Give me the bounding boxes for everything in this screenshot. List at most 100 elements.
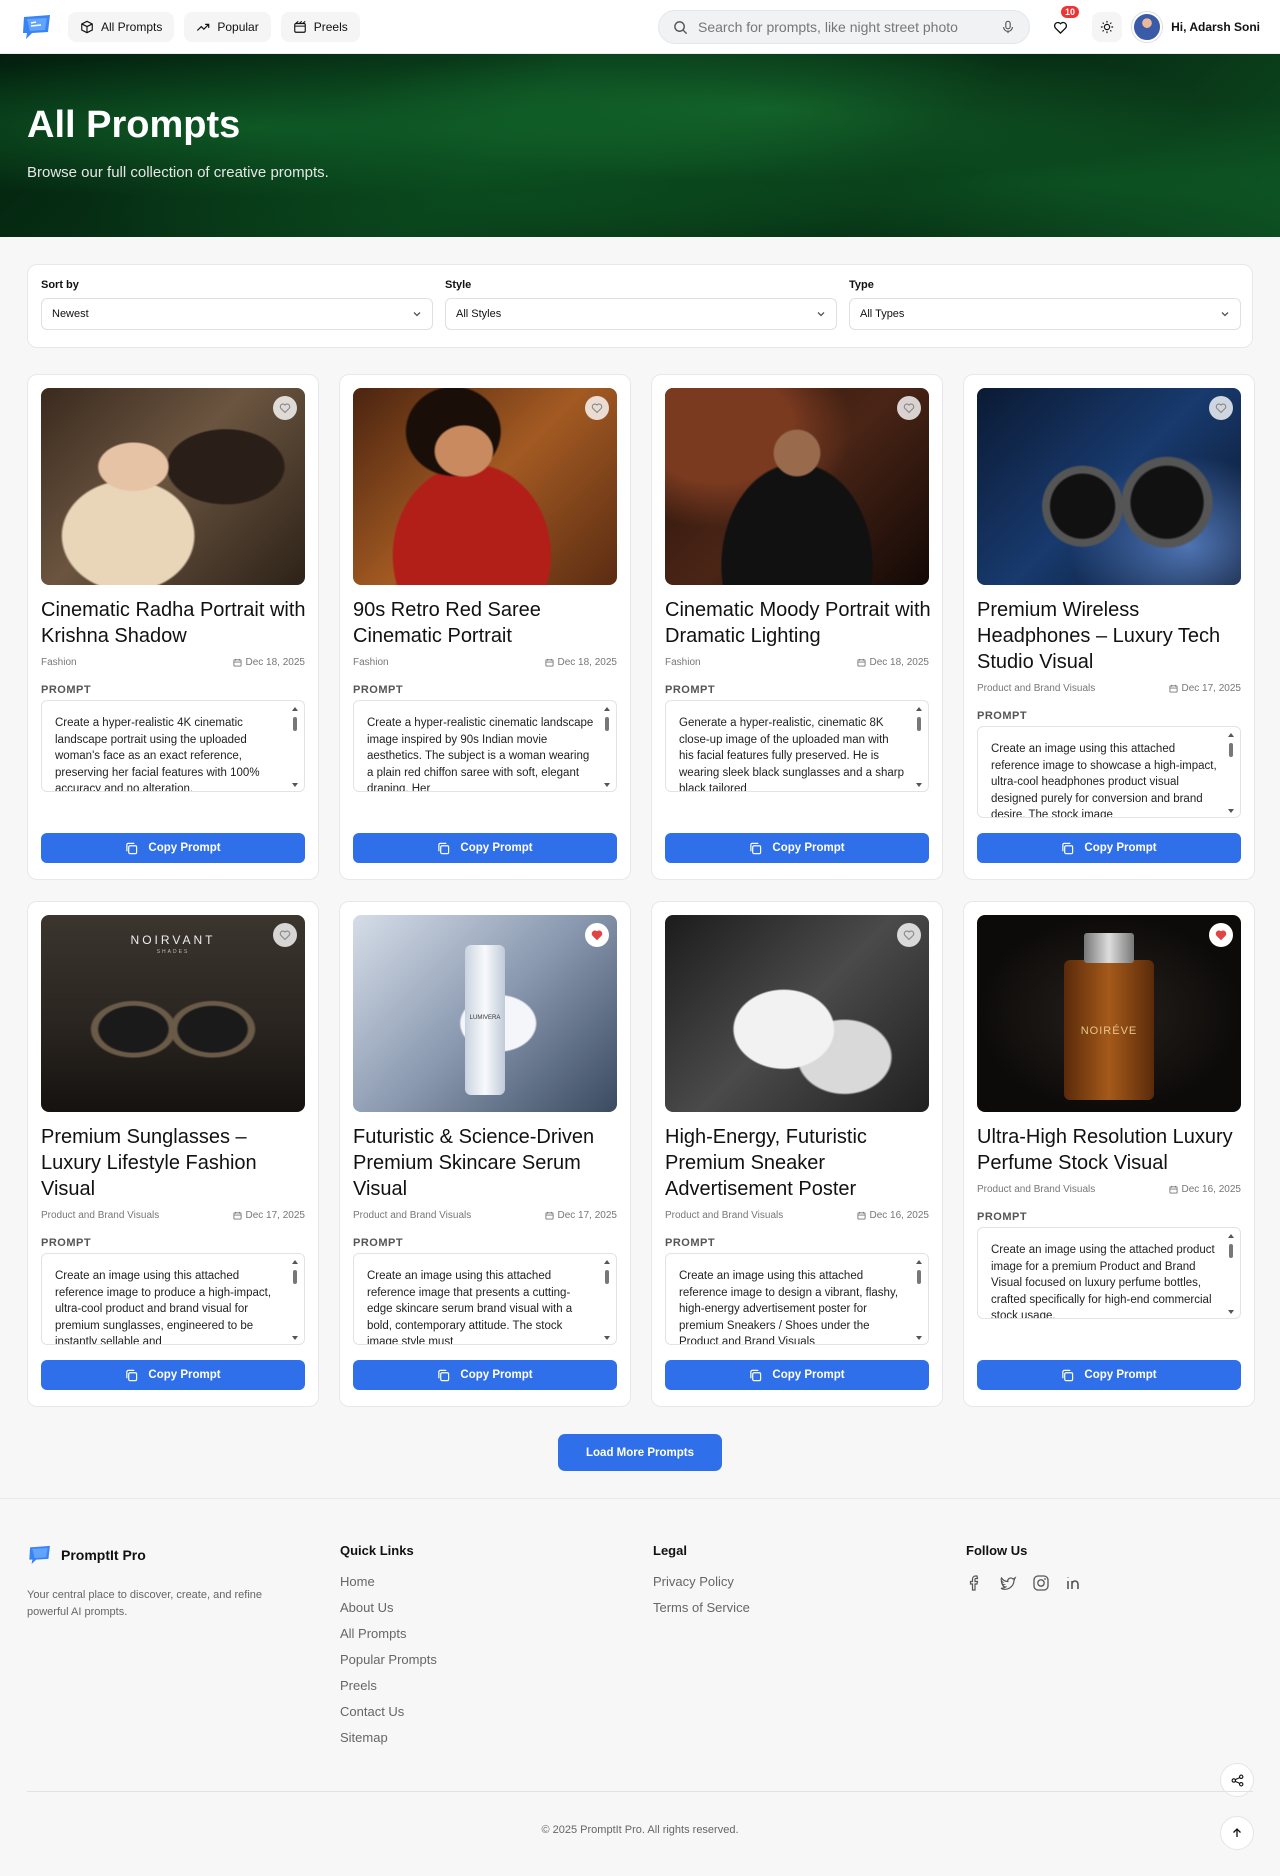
linkedin-icon[interactable] (1065, 1574, 1083, 1592)
favorite-button[interactable] (273, 396, 297, 420)
prompt-title[interactable]: Cinematic Radha Portrait with Krishna Sh… (41, 597, 311, 649)
footer-link-all-prompts[interactable]: All Prompts (340, 1626, 437, 1641)
prompt-title[interactable]: Cinematic Moody Portrait with Dramatic L… (665, 597, 935, 649)
prompt-image[interactable] (41, 388, 305, 585)
prompt-card[interactable]: 90s Retro Red Saree Cinematic Portrait F… (339, 374, 631, 880)
prompt-text: Create an image using this attached refe… (55, 1270, 272, 1345)
prompt-image[interactable] (353, 388, 617, 585)
copy-prompt-button[interactable]: Copy Prompt (665, 1360, 929, 1390)
sort-select[interactable]: Newest (41, 298, 433, 330)
prompt-category: Product and Brand Visuals (41, 1210, 160, 1221)
copy-prompt-label: Copy Prompt (460, 842, 533, 854)
prompt-title[interactable]: Futuristic & Science-Driven Premium Skin… (353, 1124, 623, 1202)
search-bar (658, 10, 1030, 44)
copy-prompt-button[interactable]: Copy Prompt (665, 833, 929, 863)
favorite-button[interactable] (1209, 923, 1233, 947)
scrollbar[interactable] (603, 1258, 611, 1342)
prompt-text-box[interactable]: Create an image using this attached refe… (353, 1253, 617, 1345)
prompt-title[interactable]: Ultra-High Resolution Luxury Perfume Sto… (977, 1124, 1247, 1176)
copy-prompt-button[interactable]: Copy Prompt (353, 833, 617, 863)
prompt-text-box[interactable]: Create a hyper-realistic 4K cinematic la… (41, 700, 305, 792)
search-input[interactable] (698, 19, 1001, 35)
favorite-button[interactable] (1209, 396, 1233, 420)
favorite-button[interactable] (897, 396, 921, 420)
prompt-image[interactable]: NOIRVANT SHADES (41, 915, 305, 1112)
scrollbar[interactable] (915, 1258, 923, 1342)
prompt-card[interactable]: Cinematic Radha Portrait with Krishna Sh… (27, 374, 319, 880)
scrollbar[interactable] (1227, 1232, 1235, 1316)
prompt-text-box[interactable]: Generate a hyper-realistic, cinematic 8K… (665, 700, 929, 792)
scroll-to-top-button[interactable] (1220, 1816, 1254, 1850)
footer-link-terms[interactable]: Terms of Service (653, 1600, 750, 1615)
prompt-card[interactable]: LUMIVERA Futuristic & Science-Driven Pre… (339, 901, 631, 1407)
nav-preels[interactable]: Preels (280, 11, 360, 42)
prompt-label: PROMPT (665, 1237, 716, 1249)
favorite-button[interactable] (585, 396, 609, 420)
app-logo-icon[interactable] (20, 14, 54, 40)
scrollbar[interactable] (291, 705, 299, 789)
prompt-card[interactable]: Premium Wireless Headphones – Luxury Tec… (963, 374, 1255, 880)
wishlist-button[interactable]: 10 (1045, 6, 1079, 42)
theme-toggle-button[interactable] (1092, 12, 1122, 42)
scrollbar[interactable] (1227, 731, 1235, 815)
prompt-text-box[interactable]: Create a hyper-realistic cinematic lands… (353, 700, 617, 792)
facebook-icon[interactable] (966, 1574, 984, 1592)
instagram-icon[interactable] (1032, 1574, 1050, 1592)
footer-divider (27, 1791, 1253, 1792)
footer-link-preels[interactable]: Preels (340, 1678, 437, 1693)
prompt-title[interactable]: Premium Wireless Headphones – Luxury Tec… (977, 597, 1247, 675)
copy-prompt-button[interactable]: Copy Prompt (353, 1360, 617, 1390)
footer-tagline: Your central place to discover, create, … (27, 1589, 263, 1618)
prompt-card[interactable]: NOIRVANT SHADES Premium Sunglasses – Luxu… (27, 901, 319, 1407)
prompt-title[interactable]: 90s Retro Red Saree Cinematic Portrait (353, 597, 623, 649)
nav-all-prompts[interactable]: All Prompts (68, 11, 175, 42)
copy-prompt-label: Copy Prompt (460, 1369, 533, 1381)
footer-link-contact[interactable]: Contact Us (340, 1704, 437, 1719)
prompt-text-box[interactable]: Create an image using this attached refe… (665, 1253, 929, 1345)
scrollbar[interactable] (603, 705, 611, 789)
prompt-image[interactable]: NOIRÉVE (977, 915, 1241, 1112)
footer-link-privacy[interactable]: Privacy Policy (653, 1574, 750, 1589)
prompt-meta: Product and Brand Visuals Dec 16, 2025 (665, 1210, 929, 1221)
prompt-image[interactable]: LUMIVERA (353, 915, 617, 1112)
style-filter: Style All Styles (445, 279, 837, 330)
prompt-text-box[interactable]: Create an image using this attached refe… (977, 726, 1241, 818)
scrollbar[interactable] (915, 705, 923, 789)
nav-popular[interactable]: Popular (184, 11, 271, 42)
scrollbar[interactable] (291, 1258, 299, 1342)
type-value: All Types (860, 308, 905, 320)
copy-prompt-button[interactable]: Copy Prompt (41, 833, 305, 863)
type-select[interactable]: All Types (849, 298, 1241, 330)
prompt-image[interactable] (977, 388, 1241, 585)
heart-icon (591, 930, 603, 941)
style-select[interactable]: All Styles (445, 298, 837, 330)
prompt-title[interactable]: High-Energy, Futuristic Premium Sneaker … (665, 1124, 935, 1202)
load-more-button[interactable]: Load More Prompts (558, 1434, 722, 1471)
footer-link-sitemap[interactable]: Sitemap (340, 1730, 437, 1745)
microphone-icon[interactable] (1001, 20, 1015, 34)
prompt-image[interactable] (665, 388, 929, 585)
app-logo-icon (29, 1545, 50, 1565)
prompt-title[interactable]: Premium Sunglasses – Luxury Lifestyle Fa… (41, 1124, 311, 1202)
footer-link-about[interactable]: About Us (340, 1600, 437, 1615)
prompt-text-box[interactable]: Create an image using this attached refe… (41, 1253, 305, 1345)
prompt-card[interactable]: Cinematic Moody Portrait with Dramatic L… (651, 374, 943, 880)
heart-icon (279, 930, 291, 941)
prompt-text-box[interactable]: Create an image using the attached produ… (977, 1227, 1241, 1319)
prompt-card[interactable]: High-Energy, Futuristic Premium Sneaker … (651, 901, 943, 1407)
copy-prompt-button[interactable]: Copy Prompt (41, 1360, 305, 1390)
copy-prompt-button[interactable]: Copy Prompt (977, 1360, 1241, 1390)
footer-link-popular[interactable]: Popular Prompts (340, 1652, 437, 1667)
copy-prompt-button[interactable]: Copy Prompt (977, 833, 1241, 863)
prompt-category: Fashion (353, 657, 389, 668)
filter-panel: Sort by Newest Style All Styles Type All… (27, 264, 1253, 348)
footer-follow: Follow Us (966, 1543, 1083, 1592)
user-menu[interactable]: Hi, Adarsh Soni (1132, 12, 1260, 42)
footer-link-home[interactable]: Home (340, 1574, 437, 1589)
favorite-button[interactable] (897, 923, 921, 947)
favorite-button[interactable] (273, 923, 297, 947)
prompt-image[interactable] (665, 915, 929, 1112)
favorite-button[interactable] (585, 923, 609, 947)
prompt-card[interactable]: NOIRÉVE Ultra-High Resolution Luxury Per… (963, 901, 1255, 1407)
twitter-icon[interactable] (999, 1574, 1017, 1592)
